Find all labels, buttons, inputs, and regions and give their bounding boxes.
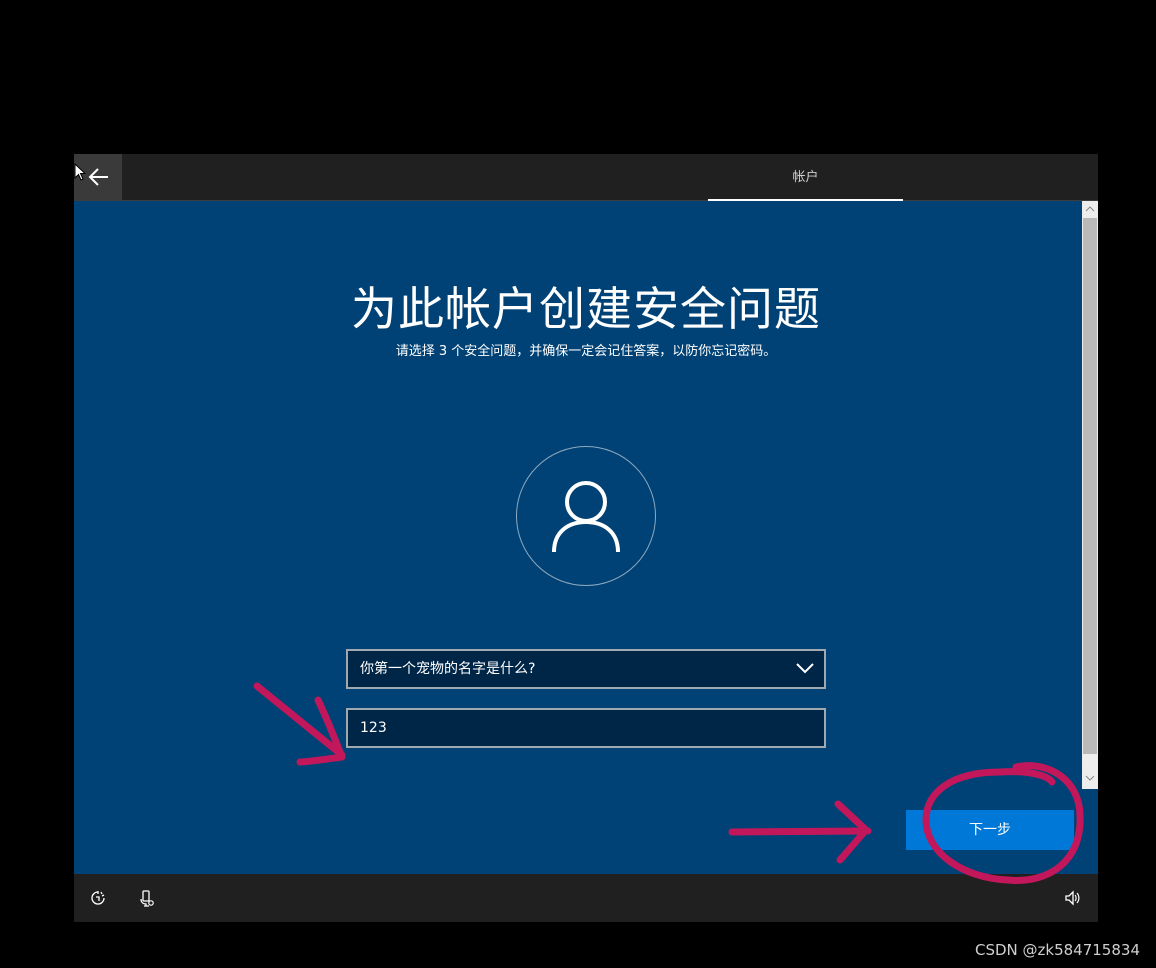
scroll-down-icon[interactable] bbox=[1085, 773, 1095, 783]
security-answer-value: 123 bbox=[360, 720, 387, 736]
ease-of-access-icon[interactable] bbox=[90, 890, 106, 906]
security-question-select[interactable]: 你第一个宠物的名字是什么? bbox=[346, 649, 826, 689]
watermark: CSDN @zk584715834 bbox=[975, 941, 1140, 959]
security-answer-input[interactable]: 123 bbox=[346, 708, 826, 748]
oobe-window: 帐户 为此帐户创建安全问题 请选择 3 个安全问题，并确保一定会记住答案，以防你… bbox=[74, 154, 1098, 922]
vertical-scrollbar[interactable] bbox=[1082, 201, 1098, 789]
next-button[interactable]: 下一步 bbox=[906, 810, 1074, 850]
tab-account: 帐户 bbox=[792, 170, 819, 185]
top-bar: 帐户 bbox=[74, 154, 1098, 202]
page-subtitle: 请选择 3 个安全问题，并确保一定会记住答案，以防你忘记密码。 bbox=[395, 344, 777, 359]
scrollbar-thumb[interactable] bbox=[1083, 218, 1097, 754]
back-button[interactable] bbox=[74, 154, 122, 201]
page-title: 为此帐户创建安全问题 bbox=[351, 282, 821, 336]
back-arrow-icon bbox=[88, 168, 108, 186]
security-question-value: 你第一个宠物的名字是什么? bbox=[360, 661, 536, 677]
main-content: 为此帐户创建安全问题 请选择 3 个安全问题，并确保一定会记住答案，以防你忘记密… bbox=[74, 201, 1098, 874]
bottom-bar bbox=[74, 874, 1098, 922]
scroll-up-icon[interactable] bbox=[1085, 204, 1095, 214]
user-avatar-icon bbox=[552, 481, 620, 553]
volume-icon[interactable] bbox=[1064, 890, 1080, 906]
mouse-cursor-icon bbox=[74, 163, 86, 181]
chevron-down-icon bbox=[796, 663, 814, 674]
avatar bbox=[516, 446, 656, 586]
microphone-icon[interactable] bbox=[140, 890, 154, 907]
